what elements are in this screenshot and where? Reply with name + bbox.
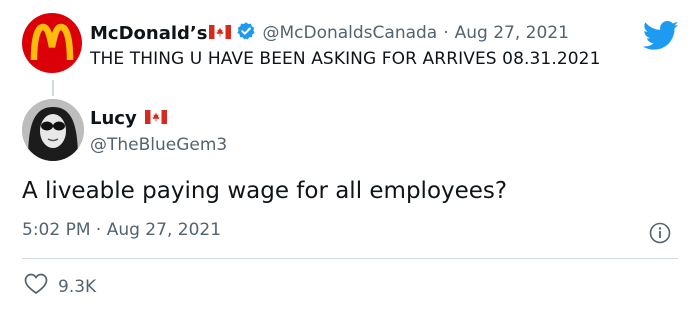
info-icon[interactable] (649, 222, 671, 248)
reply-timestamp[interactable]: 5:02 PM · Aug 27, 2021 (22, 220, 221, 240)
divider (22, 258, 678, 259)
parent-author-handle[interactable]: @McDonaldsCanada (262, 23, 437, 43)
reply-author-name-row: Lucy (90, 108, 167, 129)
reply-tweet-text: A liveable paying wage for all employees… (22, 178, 508, 204)
like-button[interactable]: 9.3K (24, 273, 96, 300)
thread-connector-line (52, 80, 54, 96)
reply-author-name[interactable]: Lucy (90, 108, 137, 129)
heart-icon (24, 273, 48, 300)
mcdonalds-avatar[interactable] (22, 13, 82, 73)
meta-separator: · (443, 23, 449, 43)
parent-author-name[interactable]: McDonald’s (90, 23, 207, 44)
canada-flag-icon (209, 24, 232, 43)
lucy-avatar[interactable] (22, 99, 84, 161)
canada-flag-icon (144, 108, 167, 129)
like-count: 9.3K (58, 276, 97, 297)
mcdonalds-logo-icon (30, 23, 74, 61)
parent-tweet-text: THE THING U HAVE BEEN ASKING FOR ARRIVES… (90, 49, 601, 69)
user-photo-icon (22, 99, 84, 161)
parent-tweet-date[interactable]: Aug 27, 2021 (455, 23, 569, 43)
verified-badge-icon (236, 21, 256, 45)
twitter-bird-icon[interactable] (642, 21, 679, 55)
parent-tweet-header: McDonald’s @McDonaldsCanada · Aug 27, 20… (90, 21, 569, 45)
reply-author-handle[interactable]: @TheBlueGem3 (90, 135, 227, 155)
